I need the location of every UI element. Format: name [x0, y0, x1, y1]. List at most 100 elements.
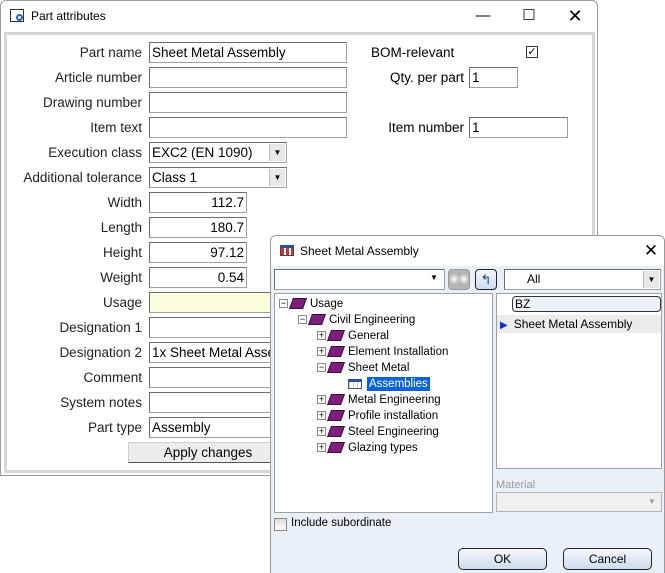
minimize-button[interactable]: —: [460, 1, 506, 31]
ok-button[interactable]: OK: [458, 548, 547, 570]
length-value: 180.7: [210, 220, 244, 235]
system-notes-label: System notes: [60, 395, 142, 410]
height-label: Height: [102, 245, 142, 260]
execution-class-value: EXC2 (EN 1090): [152, 145, 253, 160]
part-attributes-icon: [10, 9, 24, 22]
book-icon: [307, 314, 327, 326]
window-title: Part attributes: [31, 9, 106, 23]
comment-input[interactable]: [149, 367, 289, 388]
book-icon: [326, 410, 346, 422]
filter-value: All: [527, 272, 541, 286]
book-icon: [326, 346, 346, 358]
collapse-icon[interactable]: −: [279, 299, 288, 309]
list-item-label: Sheet Metal Assembly: [513, 317, 633, 331]
results-list[interactable]: BZ ▶ Sheet Metal Assembly: [496, 293, 662, 469]
search-combo[interactable]: [274, 269, 445, 290]
expand-icon[interactable]: +: [317, 395, 326, 405]
height-input[interactable]: 97.12: [149, 242, 247, 263]
tree-node[interactable]: − Usage: [279, 296, 343, 312]
book-icon: [326, 394, 346, 406]
designation-2-value: 1x Sheet Metal Assembly: [152, 345, 289, 360]
drawing-number-label: Drawing number: [42, 95, 142, 110]
table-icon: [348, 378, 362, 389]
chevron-down-icon: ▼: [643, 271, 659, 288]
book-icon: [326, 330, 346, 342]
weight-value: 0.54: [217, 270, 244, 285]
qty-per-part-input[interactable]: 1: [469, 67, 518, 88]
book-icon: [288, 298, 308, 310]
tree-node[interactable]: − Sheet Metal: [317, 360, 409, 376]
part-type-input[interactable]: Assembly: [149, 417, 289, 438]
go-up-button[interactable]: ↰: [475, 269, 497, 290]
tree-node-label: Assemblies: [367, 377, 430, 391]
chevron-down-icon: ▼: [430, 273, 438, 282]
list-item[interactable]: ▶ Sheet Metal Assembly: [497, 315, 661, 333]
execution-class-label: Execution class: [48, 145, 142, 160]
tree-node[interactable]: + Steel Engineering: [317, 424, 439, 440]
binoculars-icon[interactable]: ◉◉: [448, 269, 470, 290]
bom-relevant-label: BOM-relevant: [371, 45, 455, 60]
chevron-down-icon: ▼: [269, 169, 285, 186]
item-text-label: Item text: [90, 120, 142, 135]
chevron-down-icon: ▼: [269, 144, 285, 161]
width-input[interactable]: 112.7: [149, 192, 247, 213]
tree-node[interactable]: + Metal Engineering: [317, 392, 441, 408]
tree-node[interactable]: Assemblies: [336, 376, 430, 392]
table-icon: [280, 245, 294, 256]
close-button[interactable]: ✕: [552, 1, 598, 31]
length-label: Length: [100, 220, 142, 235]
tree-node-label: Profile installation: [348, 410, 439, 422]
usage-input[interactable]: [149, 292, 289, 313]
item-number-label: Item number: [388, 120, 464, 135]
tree-node[interactable]: − Civil Engineering: [298, 312, 415, 328]
height-value: 97.12: [210, 245, 244, 260]
width-label: Width: [107, 195, 142, 210]
filter-combo[interactable]: All ▼: [504, 269, 661, 290]
bom-relevant-checkbox[interactable]: ✓: [526, 46, 538, 58]
tree-node-label: Glazing types: [348, 442, 418, 454]
tree-node-label: Civil Engineering: [329, 314, 416, 326]
tree-node-label: Element Installation: [348, 346, 449, 358]
expand-icon[interactable]: +: [317, 427, 326, 437]
dialog-close-button[interactable]: ✕: [636, 236, 665, 266]
cancel-button[interactable]: Cancel: [563, 548, 652, 570]
tree-node-label: Sheet Metal: [348, 362, 410, 374]
expand-icon[interactable]: +: [317, 443, 326, 453]
usage-tree[interactable]: − Usage − Civil Engineering + General + Element…: [274, 293, 493, 513]
tree-node[interactable]: + General: [317, 328, 389, 344]
weight-input[interactable]: 0.54: [149, 267, 247, 288]
part-name-input[interactable]: Sheet Metal Assembly: [149, 42, 347, 63]
execution-class-combo[interactable]: EXC2 (EN 1090) ▼: [149, 142, 287, 163]
designation-2-label: Designation 2: [59, 345, 142, 360]
length-input[interactable]: 180.7: [149, 217, 247, 238]
tree-node-label: Steel Engineering: [348, 426, 439, 438]
drawing-number-input[interactable]: [149, 92, 347, 113]
system-notes-input[interactable]: [149, 392, 289, 413]
usage-dialog: Sheet Metal Assembly ✕ ▼ ◉◉ ↰ All ▼ − Usag…: [270, 235, 665, 573]
qty-per-part-label: Qty. per part: [389, 70, 464, 85]
column-header-bz[interactable]: BZ: [512, 296, 661, 312]
additional-tolerance-combo[interactable]: Class 1 ▼: [149, 167, 287, 188]
include-subordinate-checkbox[interactable]: [274, 518, 287, 531]
designation-1-label: Designation 1: [59, 320, 142, 335]
tree-node[interactable]: + Profile installation: [317, 408, 438, 424]
tree-node[interactable]: + Element Installation: [317, 344, 448, 360]
weight-label: Weight: [100, 270, 142, 285]
title-bar: Part attributes — ☐ ✕: [1, 1, 597, 31]
part-type-label: Part type: [87, 420, 142, 435]
part-name-value: Sheet Metal Assembly: [152, 45, 286, 60]
part-type-value: Assembly: [152, 420, 211, 435]
maximize-button[interactable]: ☐: [506, 1, 552, 31]
apply-changes-button[interactable]: Apply changes: [128, 442, 288, 463]
tree-node[interactable]: + Glazing types: [317, 440, 418, 456]
item-number-input[interactable]: 1: [469, 117, 568, 138]
collapse-icon[interactable]: −: [317, 363, 326, 373]
expand-icon[interactable]: +: [317, 411, 326, 421]
collapse-icon[interactable]: −: [298, 315, 307, 325]
material-combo: ▼: [496, 492, 662, 512]
designation-2-input[interactable]: 1x Sheet Metal Assembly: [149, 342, 289, 363]
expand-icon[interactable]: +: [317, 347, 326, 357]
designation-1-input[interactable]: [149, 317, 289, 338]
tree-node-label: General: [348, 330, 389, 342]
expand-icon[interactable]: +: [317, 331, 326, 341]
